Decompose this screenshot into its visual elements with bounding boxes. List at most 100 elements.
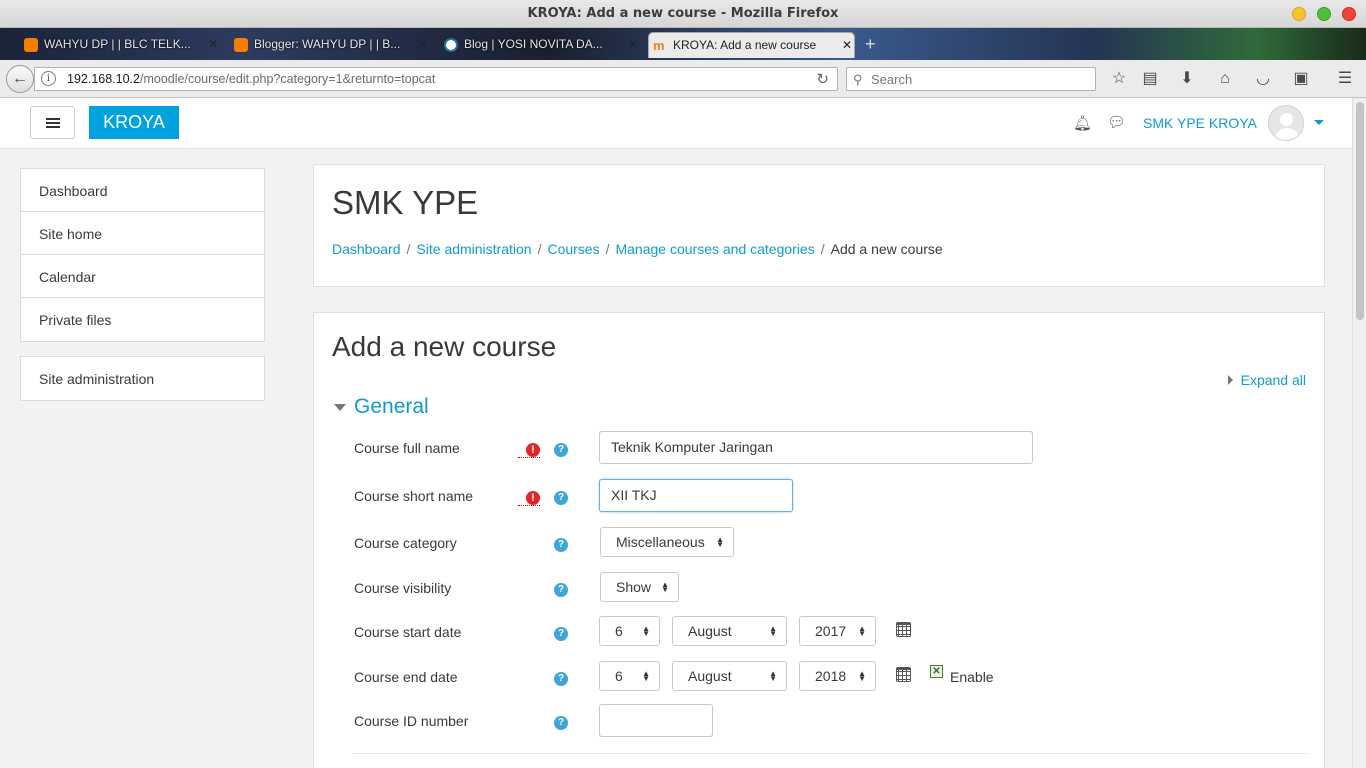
- back-button[interactable]: ←: [6, 65, 34, 93]
- help-icon[interactable]: ?: [554, 716, 568, 730]
- url-text[interactable]: 192.168.10.2/moodle/course/edit.php?cate…: [67, 72, 435, 86]
- download-icon[interactable]: ⬇: [1176, 68, 1198, 90]
- site-brand-link[interactable]: KROYA: [89, 106, 179, 139]
- tab-label: KROYA: Add a new course: [673, 38, 817, 52]
- home-icon[interactable]: ⌂: [1214, 68, 1236, 90]
- help-icon[interactable]: ?: [554, 538, 568, 552]
- reading-list-icon[interactable]: ▤: [1139, 68, 1161, 90]
- help-icon[interactable]: ?: [554, 672, 568, 686]
- breadcrumb-site-administration[interactable]: Site administration: [416, 241, 531, 257]
- browser-tab[interactable]: Blogger: WAHYU DP | | B... ✕: [230, 32, 430, 58]
- admin-block: Site administration: [20, 356, 265, 401]
- search-icon: ⚲: [853, 72, 863, 87]
- new-tab-button[interactable]: +: [865, 34, 876, 55]
- close-tab-icon[interactable]: ✕: [208, 37, 218, 51]
- sidebar-item-site-administration[interactable]: Site administration: [21, 357, 264, 400]
- collapse-triangle-icon: [334, 403, 346, 411]
- avatar[interactable]: [1268, 105, 1304, 141]
- calendar-icon[interactable]: [896, 667, 911, 682]
- page-header-card: SMK YPE Dashboard / Site administration / Co…: [313, 164, 1325, 287]
- url-bar[interactable]: i 192.168.10.2/moodle/course/edit.php?ca…: [34, 67, 838, 91]
- field-row-short-name: Course short name ! ? XII TKJ: [354, 479, 1304, 524]
- close-window-button[interactable]: [1342, 7, 1356, 21]
- end-month-select[interactable]: August ▲ ▼: [672, 661, 787, 691]
- minimize-button[interactable]: [1292, 7, 1306, 21]
- tab-label: Blog | YOSI NOVITA DA...: [464, 37, 603, 51]
- browser-tab-active[interactable]: m KROYA: Add a new course ✕: [648, 32, 855, 58]
- category-label: Course category: [354, 535, 457, 551]
- field-row-category: Course category ? Miscellaneous ▲ ▼: [354, 527, 1304, 571]
- start-month-select[interactable]: August ▲ ▼: [672, 616, 787, 646]
- enable-end-date-checkbox[interactable]: ✕: [930, 665, 943, 678]
- window-titlebar: KROYA: Add a new course - Mozilla Firefo…: [0, 0, 1366, 28]
- start-date-label: Course start date: [354, 624, 462, 640]
- expand-all-link[interactable]: Expand all: [1227, 372, 1306, 388]
- pocket-icon[interactable]: ◡: [1252, 68, 1274, 90]
- end-year-select[interactable]: 2018 ▲ ▼: [799, 661, 876, 691]
- start-year-select[interactable]: 2017 ▲ ▼: [799, 616, 876, 646]
- messages-icon[interactable]: 💬︎: [1107, 113, 1126, 131]
- sidebar-item-dashboard[interactable]: Dashboard: [21, 169, 264, 212]
- blogger-icon: [234, 38, 248, 52]
- moodle-icon: m: [653, 38, 665, 53]
- wordpress-icon: [444, 38, 458, 52]
- user-menu-caret-icon[interactable]: [1314, 120, 1324, 125]
- close-tab-icon[interactable]: ✕: [418, 37, 428, 51]
- course-short-name-input[interactable]: XII TKJ: [599, 479, 793, 512]
- field-row-start-date: Course start date ? 6 ▲ ▼ August ▲ ▼ 2017 ▲ ▼: [354, 616, 1304, 660]
- page-scrollbar[interactable]: [1352, 98, 1366, 768]
- calendar-icon[interactable]: [896, 622, 911, 637]
- maximize-button[interactable]: [1317, 7, 1331, 21]
- course-full-name-input[interactable]: Teknik Komputer Jaringan: [599, 431, 1033, 464]
- end-date-label: Course end date: [354, 669, 458, 685]
- end-day-select[interactable]: 6 ▲ ▼: [599, 661, 660, 691]
- notifications-bell-icon[interactable]: 🔔︎: [1073, 114, 1092, 132]
- course-visibility-select[interactable]: Show ▲ ▼: [600, 572, 679, 602]
- form-title: Add a new course: [332, 331, 557, 362]
- sidebar-item-site-home[interactable]: Site home: [21, 212, 264, 255]
- enable-label: Enable: [950, 669, 994, 685]
- sidebar-item-calendar[interactable]: Calendar: [21, 255, 264, 298]
- expand-triangle-icon: [1227, 375, 1233, 385]
- close-tab-icon[interactable]: ✕: [842, 38, 852, 52]
- sidebar-item-private-files[interactable]: Private files: [21, 298, 264, 341]
- main-region: SMK YPE Dashboard / Site administration / Co…: [285, 149, 1352, 768]
- browser-navbar: ← i 192.168.10.2/moodle/course/edit.php?…: [0, 60, 1366, 98]
- help-icon[interactable]: ?: [554, 443, 568, 457]
- required-icon: !: [526, 443, 540, 457]
- left-sidebar: Dashboard Site home Calendar Private fil…: [0, 149, 285, 768]
- user-name[interactable]: SMK YPE KROYA: [1143, 115, 1257, 131]
- breadcrumb-courses[interactable]: Courses: [547, 241, 599, 257]
- select-arrows-icon: ▲ ▼: [661, 580, 669, 594]
- help-icon[interactable]: ?: [554, 627, 568, 641]
- tab-label: WAHYU DP | | BLC TELK...: [44, 37, 191, 51]
- tab-label: Blogger: WAHYU DP | | B...: [254, 37, 401, 51]
- course-category-select[interactable]: Miscellaneous ▲ ▼: [600, 527, 734, 557]
- search-placeholder: Search: [871, 72, 913, 87]
- site-info-icon[interactable]: i: [41, 71, 56, 86]
- help-icon[interactable]: ?: [554, 491, 568, 505]
- browser-tab[interactable]: WAHYU DP | | BLC TELK... ✕: [20, 32, 220, 58]
- short-name-label: Course short name: [354, 488, 474, 504]
- section-general-toggle[interactable]: General: [334, 395, 429, 419]
- help-icon[interactable]: ?: [554, 583, 568, 597]
- breadcrumb-manage-courses[interactable]: Manage courses and categories: [615, 241, 814, 257]
- close-tab-icon[interactable]: ✕: [628, 37, 638, 51]
- screenshot-icon[interactable]: ▣: [1290, 68, 1312, 90]
- field-row-visibility: Course visibility ? Show ▲ ▼: [354, 572, 1304, 616]
- full-name-label: Course full name: [354, 440, 460, 456]
- browser-tab[interactable]: Blog | YOSI NOVITA DA... ✕: [440, 32, 640, 58]
- page-title: SMK YPE: [332, 184, 479, 221]
- reload-icon[interactable]: ↻: [816, 70, 829, 88]
- drawer-toggle-button[interactable]: [30, 106, 75, 139]
- menu-icon[interactable]: ☰: [1334, 68, 1356, 90]
- course-id-number-input[interactable]: [599, 704, 713, 737]
- navigation-block: Dashboard Site home Calendar Private fil…: [20, 168, 265, 342]
- field-row-id-number: Course ID number ?: [354, 704, 1304, 749]
- bookmark-star-icon[interactable]: ☆: [1108, 68, 1130, 90]
- search-bar[interactable]: ⚲ Search: [846, 67, 1096, 91]
- breadcrumb-dashboard[interactable]: Dashboard: [332, 241, 401, 257]
- start-day-select[interactable]: 6 ▲ ▼: [599, 616, 660, 646]
- course-form-card: Add a new course Expand all General Cour…: [313, 312, 1325, 768]
- required-icon: !: [526, 491, 540, 505]
